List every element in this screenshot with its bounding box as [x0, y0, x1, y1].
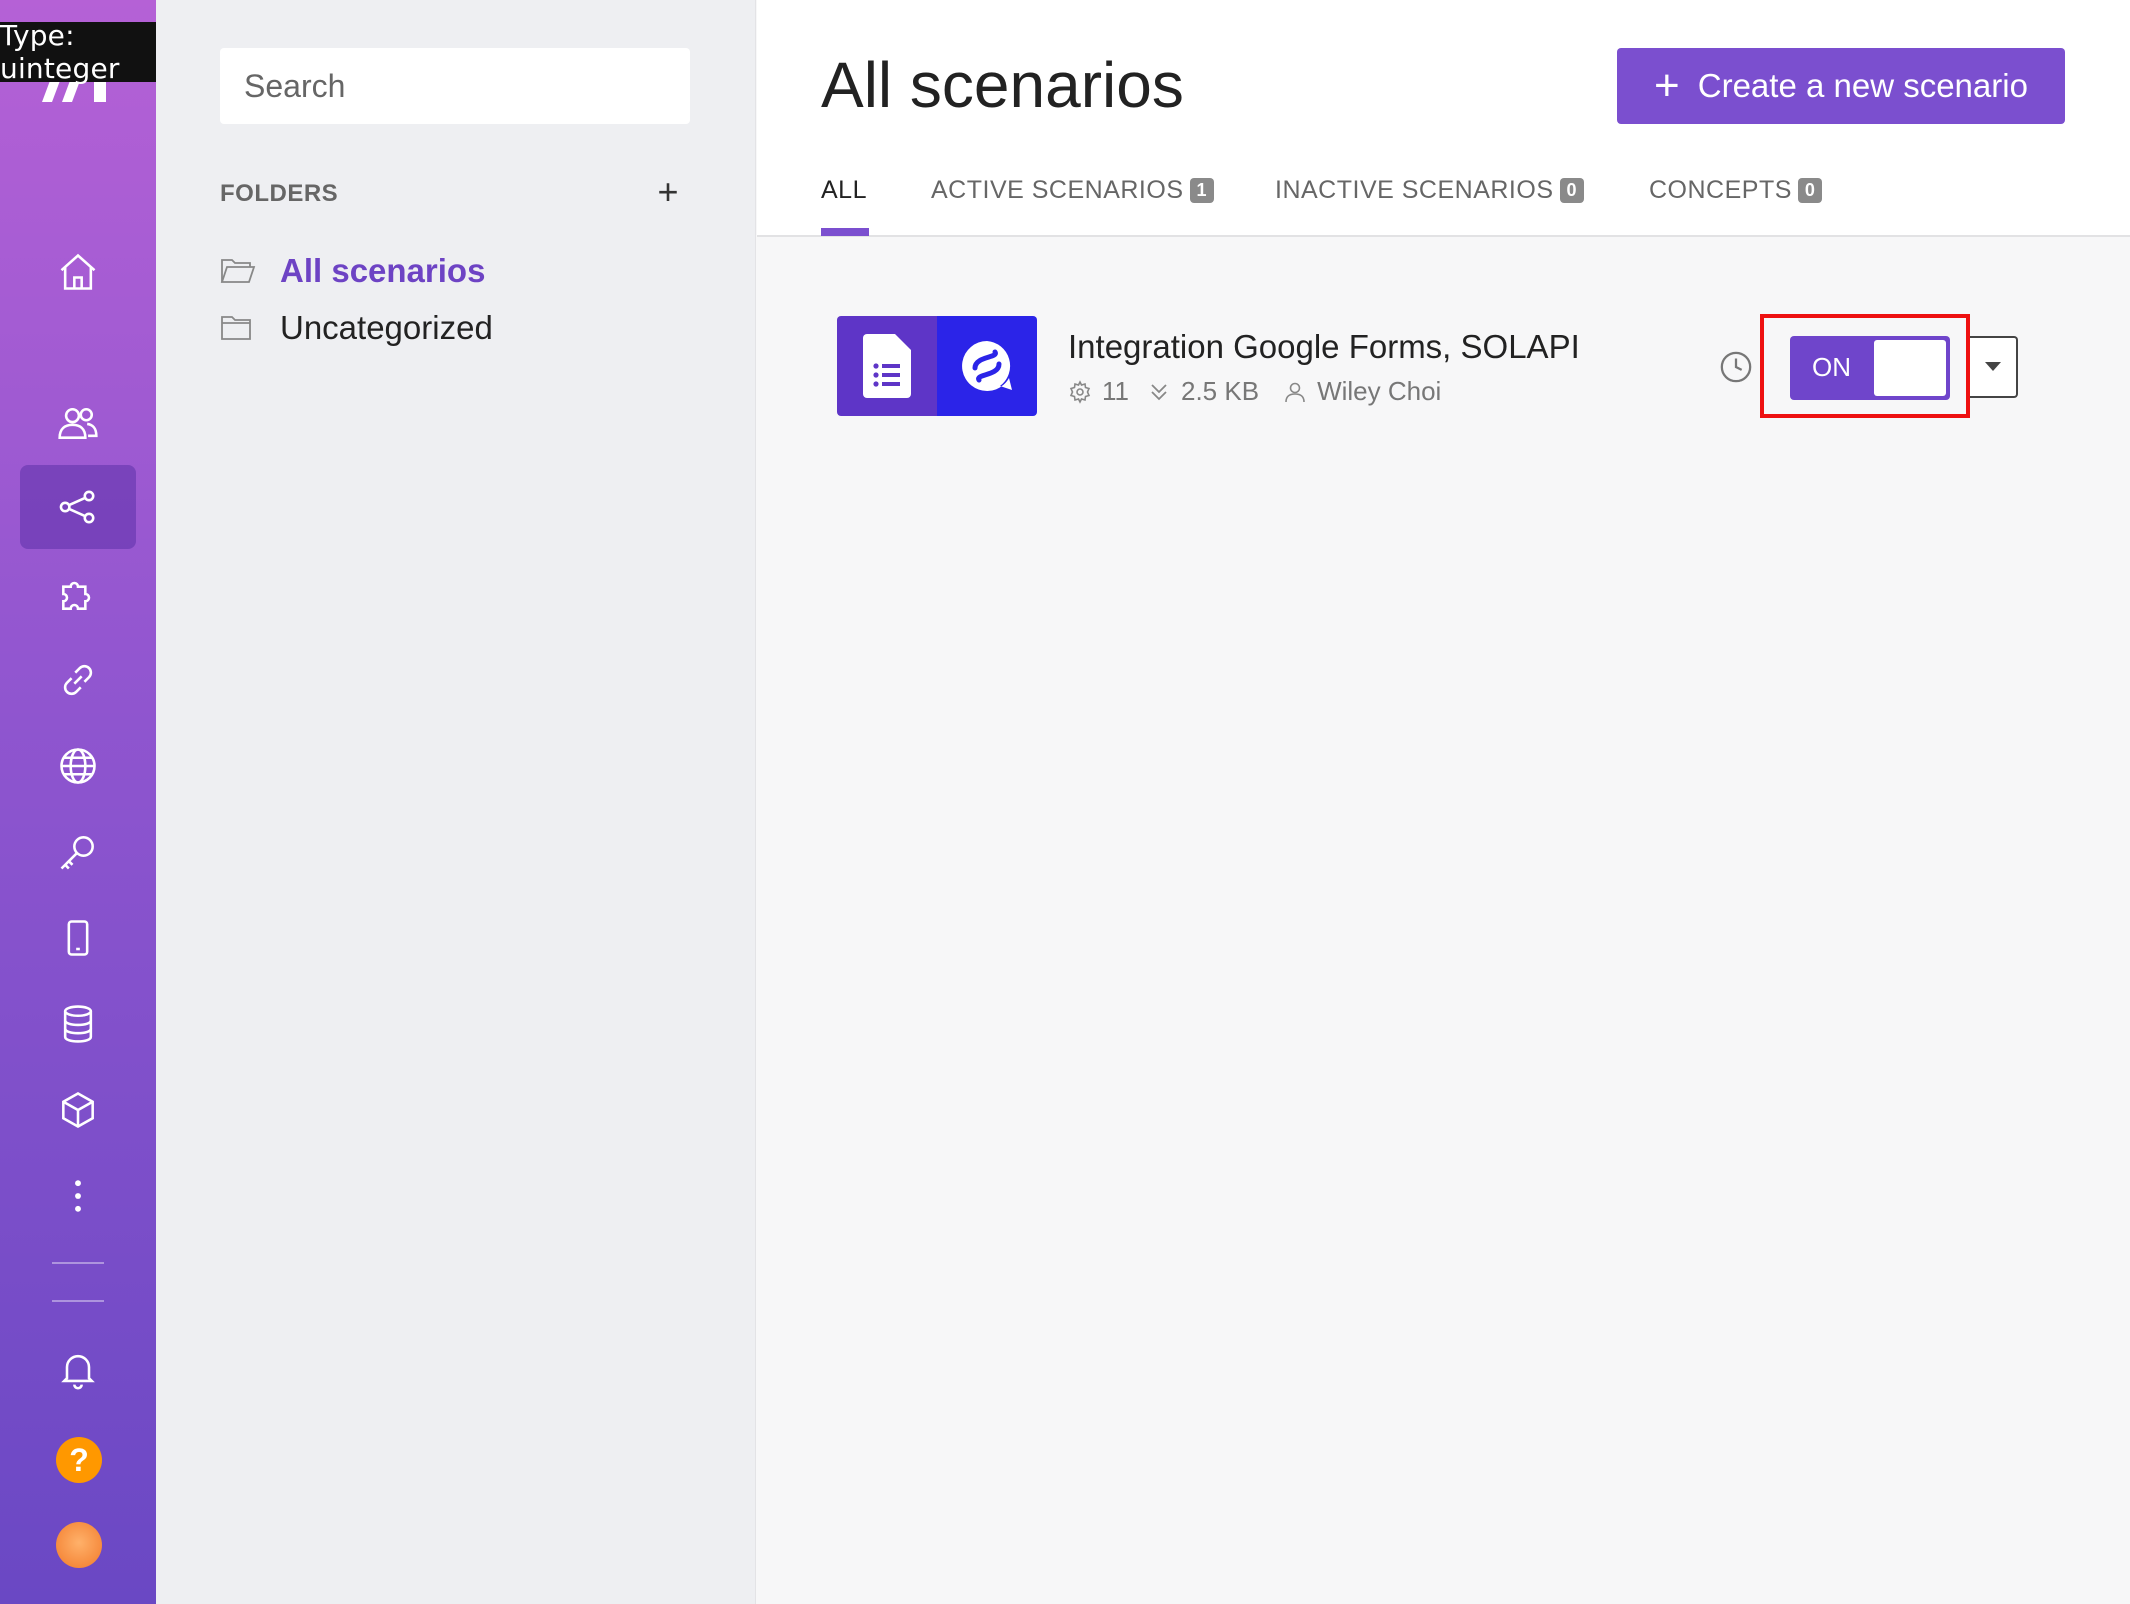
notifications-nav[interactable]	[20, 1327, 136, 1411]
solapi-app	[937, 316, 1037, 416]
devices-nav[interactable]	[20, 896, 136, 980]
home-nav[interactable]	[20, 230, 136, 314]
webhooks-nav[interactable]	[20, 724, 136, 808]
google-forms-app	[837, 316, 937, 416]
solapi-icon	[962, 341, 1012, 391]
scenario-meta: 11 2.5 KB Wiley Choi	[1068, 376, 1441, 407]
help-button[interactable]: ?	[56, 1437, 102, 1483]
add-folder-button[interactable]: +	[648, 171, 688, 212]
keys-nav[interactable]	[20, 810, 136, 894]
owner-name: Wiley Choi	[1317, 376, 1442, 406]
page-title: All scenarios	[821, 49, 1184, 121]
globe-icon	[60, 748, 96, 784]
scenario-app-icons[interactable]	[837, 316, 1037, 416]
tab-label: INACTIVE SCENARIOS	[1275, 176, 1554, 204]
database-icon	[63, 1005, 93, 1043]
folder-open-icon	[220, 259, 256, 283]
templates-nav[interactable]	[20, 552, 136, 636]
folder-icon	[221, 316, 251, 340]
key-icon	[60, 836, 94, 870]
main-content: All scenarios + Create a new scenario AL…	[757, 0, 2130, 1604]
google-forms-icon	[863, 334, 911, 398]
tab-label: ACTIVE SCENARIOS	[931, 176, 1184, 204]
tab-concepts[interactable]: CONCEPTS 0	[1649, 176, 1823, 205]
user-icon	[1285, 382, 1305, 402]
connections-nav[interactable]	[20, 638, 136, 722]
nav-rail: ?	[0, 0, 156, 1604]
tab-active-scenarios[interactable]: ACTIVE SCENARIOS 1	[931, 176, 1215, 205]
users-icon	[58, 407, 98, 439]
rail-divider	[52, 1262, 104, 1264]
cube-icon	[62, 1092, 94, 1128]
main-header: All scenarios + Create a new scenario AL…	[757, 0, 2130, 237]
plus-icon: +	[1654, 61, 1680, 110]
puzzle-icon	[62, 581, 91, 610]
scenario-name[interactable]: Integration Google Forms, SOLAPI	[1068, 328, 1580, 366]
data-size: 2.5 KB	[1181, 376, 1260, 406]
scenarios-nav[interactable]	[20, 465, 136, 549]
create-scenario-button[interactable]: + Create a new scenario	[1617, 48, 2065, 124]
tab-label: CONCEPTS	[1649, 176, 1792, 204]
folder-label: All scenarios	[280, 252, 486, 289]
active-tab-indicator	[821, 228, 869, 236]
folder-label: Uncategorized	[280, 309, 493, 346]
folder-item-uncategorized[interactable]: Uncategorized	[220, 309, 493, 347]
team-nav[interactable]	[20, 381, 136, 465]
scenario-options-dropdown[interactable]	[1970, 336, 2018, 398]
tab-inactive-scenarios[interactable]: INACTIVE SCENARIOS 0	[1275, 176, 1585, 205]
more-vertical-icon	[75, 1180, 81, 1212]
count-badge: 1	[1189, 178, 1215, 203]
rail-divider	[52, 1300, 104, 1302]
tab-label: ALL	[821, 176, 867, 204]
home-icon	[60, 253, 96, 290]
folder-item-all-scenarios[interactable]: All scenarios	[220, 252, 485, 290]
create-scenario-label: Create a new scenario	[1697, 67, 2028, 104]
tab-all[interactable]: ALL	[821, 176, 867, 205]
count-badge: 0	[1797, 178, 1823, 203]
clock-icon[interactable]	[1719, 350, 1753, 384]
mobile-icon	[67, 920, 89, 956]
more-nav[interactable]	[20, 1154, 136, 1238]
count-badge: 0	[1559, 178, 1585, 203]
chevrons-down-icon	[1151, 383, 1167, 400]
datastores-nav[interactable]	[20, 982, 136, 1066]
operations-count: 11	[1102, 376, 1129, 406]
datastructures-nav[interactable]	[20, 1068, 136, 1152]
highlight-box	[1760, 314, 1970, 418]
folders-panel: FOLDERS + All scenarios Uncategorized	[156, 0, 756, 1604]
avatar[interactable]	[56, 1522, 102, 1568]
scenario-row[interactable]: Integration Google Forms, SOLAPI 11 2.5 …	[757, 314, 2130, 418]
search-input[interactable]	[220, 48, 690, 124]
gear-icon	[1069, 379, 1091, 404]
bell-icon	[61, 1354, 95, 1390]
caret-down-icon	[1985, 362, 2001, 371]
link-icon	[63, 664, 93, 696]
help-icon: ?	[69, 1441, 89, 1478]
folders-heading: FOLDERS	[220, 180, 339, 207]
share-nodes-icon	[59, 490, 95, 524]
